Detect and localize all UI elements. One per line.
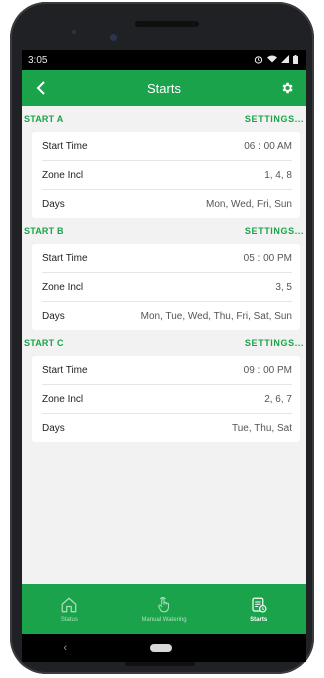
section-header-start-a: START A SETTINGS... <box>22 106 304 132</box>
nav-label: Manual Watering <box>141 616 187 623</box>
app-screen: 3:05 Starts START A SETTINGS... Start Ti… <box>22 50 306 634</box>
row-label: Days <box>42 310 65 322</box>
start-time-row[interactable]: Start Time 09 : 00 PM <box>42 356 292 385</box>
wifi-icon <box>267 55 277 65</box>
app-bar: Starts <box>22 70 306 106</box>
front-camera <box>110 34 117 41</box>
row-value: 2, 6, 7 <box>264 393 292 405</box>
bottom-nav: Status Manual Watering Starts <box>22 584 306 634</box>
signal-icon <box>281 55 289 65</box>
row-value: 05 : 00 PM <box>243 252 292 264</box>
page-title: Starts <box>147 80 181 96</box>
front-sensor <box>72 30 76 34</box>
section-header-start-b: START B SETTINGS... <box>22 218 304 244</box>
row-value: 3, 5 <box>275 281 292 293</box>
section-title: START A <box>24 114 64 124</box>
row-value: Mon, Wed, Fri, Sun <box>206 198 292 210</box>
nav-item-starts[interactable]: Starts <box>211 584 306 634</box>
days-row[interactable]: Days Tue, Thu, Sat <box>42 414 292 442</box>
days-row[interactable]: Days Mon, Wed, Fri, Sun <box>42 190 292 218</box>
start-card-a: Start Time 06 : 00 AM Zone Incl 1, 4, 8 … <box>32 132 300 218</box>
start-card-c: Start Time 09 : 00 PM Zone Incl 2, 6, 7 … <box>32 356 300 442</box>
zone-incl-row[interactable]: Zone Incl 1, 4, 8 <box>42 161 292 190</box>
status-time: 3:05 <box>28 54 48 66</box>
zone-incl-row[interactable]: Zone Incl 3, 5 <box>42 273 292 302</box>
row-label: Days <box>42 422 65 434</box>
system-back-icon[interactable]: ‹ <box>63 642 67 654</box>
row-value: Mon, Tue, Wed, Thu, Fri, Sat, Sun <box>140 310 292 322</box>
back-arrow-icon <box>36 81 45 95</box>
row-label: Zone Incl <box>42 393 84 405</box>
row-value: 09 : 00 PM <box>243 364 292 376</box>
row-label: Days <box>42 198 65 210</box>
gear-icon <box>282 82 293 94</box>
row-label: Zone Incl <box>42 281 84 293</box>
zone-incl-row[interactable]: Zone Incl 2, 6, 7 <box>42 385 292 414</box>
battery-icon <box>293 54 298 66</box>
system-nav-bar: ‹ <box>22 634 306 662</box>
starts-list: START A SETTINGS... Start Time 06 : 00 A… <box>22 106 306 442</box>
back-button[interactable] <box>30 77 52 99</box>
section-title: START C <box>24 338 64 348</box>
start-time-row[interactable]: Start Time 06 : 00 AM <box>42 132 292 161</box>
row-label: Zone Incl <box>42 169 84 181</box>
status-bar: 3:05 <box>22 50 306 70</box>
section-header-start-c: START C SETTINGS... <box>22 330 304 356</box>
hand-tap-icon <box>158 596 170 612</box>
settings-link[interactable]: SETTINGS... <box>245 338 304 348</box>
row-label: Start Time <box>42 252 88 264</box>
nav-item-manual-watering[interactable]: Manual Watering <box>117 584 212 634</box>
start-card-b: Start Time 05 : 00 PM Zone Incl 3, 5 Day… <box>32 244 300 330</box>
section-title: START B <box>24 226 64 236</box>
status-icons <box>254 54 298 66</box>
row-label: Start Time <box>42 140 88 152</box>
earpiece-speaker <box>135 21 199 27</box>
schedule-list-icon <box>252 597 267 612</box>
row-label: Start Time <box>42 364 88 376</box>
nav-label: Status <box>60 616 78 623</box>
days-row[interactable]: Days Mon, Tue, Wed, Thu, Fri, Sat, Sun <box>42 302 292 330</box>
alarm-icon <box>254 55 263 66</box>
nav-item-status[interactable]: Status <box>22 584 117 634</box>
system-home-button[interactable] <box>149 644 172 652</box>
settings-link[interactable]: SETTINGS... <box>245 114 304 124</box>
home-icon <box>61 597 77 612</box>
row-value: 06 : 00 AM <box>244 140 292 152</box>
phone-top-bezel <box>10 2 314 50</box>
settings-link[interactable]: SETTINGS... <box>245 226 304 236</box>
nav-label: Starts <box>250 616 268 623</box>
settings-button[interactable] <box>276 77 298 99</box>
row-value: 1, 4, 8 <box>264 169 292 181</box>
start-time-row[interactable]: Start Time 05 : 00 PM <box>42 244 292 273</box>
bottom-speaker <box>125 662 195 666</box>
row-value: Tue, Thu, Sat <box>231 422 292 434</box>
